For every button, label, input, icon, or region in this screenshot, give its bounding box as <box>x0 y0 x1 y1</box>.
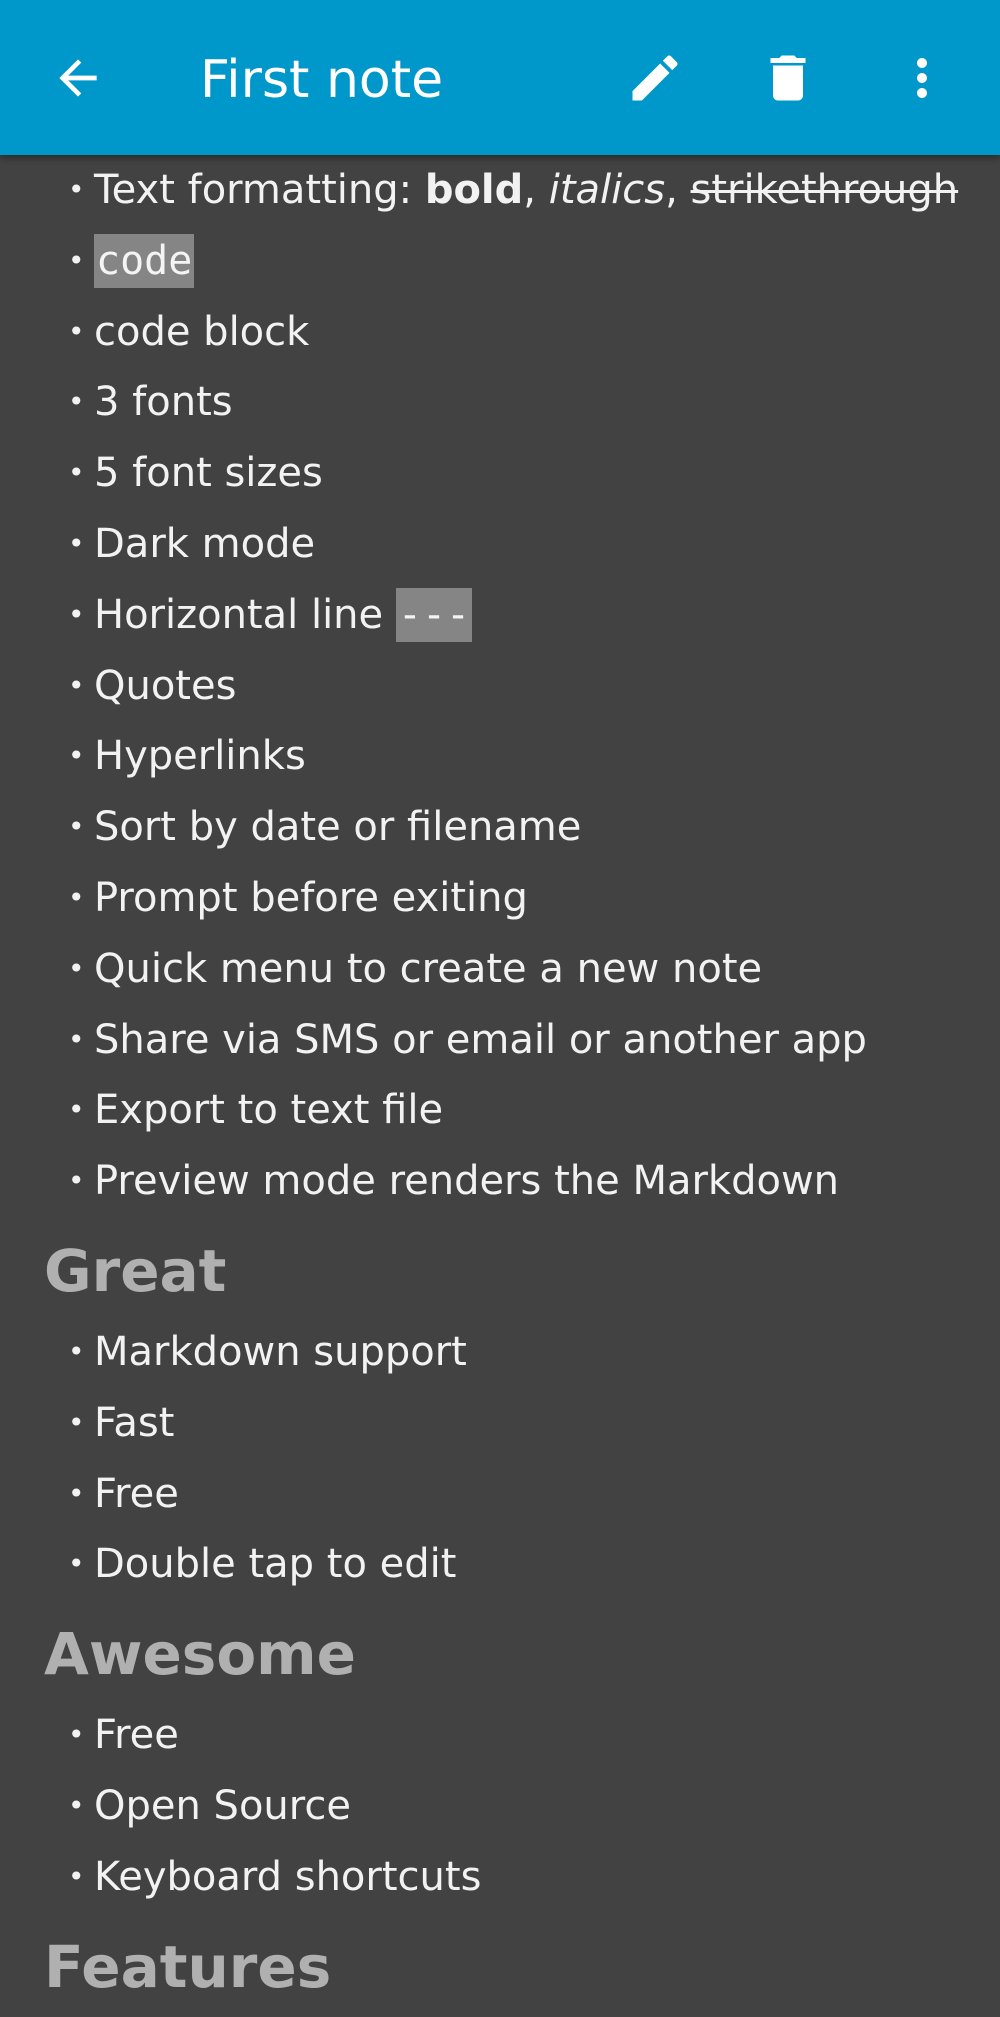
more-vertical-icon <box>917 58 927 98</box>
delete-button[interactable] <box>748 38 828 118</box>
list-item: • Keyboard shortcuts <box>0 1842 1000 1913</box>
bullet-icon: • <box>68 1547 85 1581</box>
arrow-back-icon <box>59 59 97 97</box>
note-title: First note <box>200 50 444 110</box>
bullet-icon: • <box>68 1788 85 1822</box>
note-preview[interactable]: • Text formatting: bold, italics, strike… <box>0 155 1000 2017</box>
trash-icon <box>770 55 806 101</box>
list-item: • Prompt before exiting <box>0 863 1000 934</box>
back-button[interactable] <box>38 38 118 118</box>
inline-code: code <box>94 233 195 288</box>
list-item: • code <box>0 226 1000 297</box>
list-item: • Text formatting: bold, italics, strike… <box>0 155 1000 226</box>
bullet-icon: • <box>68 526 85 560</box>
edit-button[interactable] <box>615 38 695 118</box>
bullet-icon: • <box>68 1022 85 1056</box>
strikethrough-text: strikethrough <box>690 167 959 213</box>
bullet-icon: • <box>68 810 85 844</box>
bullet-icon: • <box>68 1718 85 1752</box>
list-item: • Share via SMS or email or another app <box>0 1005 1000 1076</box>
list-item: • code block <box>0 297 1000 368</box>
list-item: • 5 font sizes <box>0 438 1000 509</box>
list-item: • Double tap to edit <box>0 1529 1000 1600</box>
bullet-icon: • <box>68 880 85 914</box>
list-item: • Quotes <box>0 651 1000 722</box>
bullet-icon: • <box>68 739 85 773</box>
heading-awesome: Awesome <box>44 1620 356 1689</box>
bullet-icon: • <box>68 1093 85 1127</box>
list-item: • Dark mode <box>0 509 1000 580</box>
italic-text: italics <box>548 167 666 213</box>
heading-features: Features <box>44 1932 332 2001</box>
heading-great: Great <box>44 1236 227 1305</box>
list-item: • Hyperlinks <box>0 721 1000 792</box>
list-item: • Fast <box>0 1388 1000 1459</box>
list-item: • Preview mode renders the Markdown <box>0 1146 1000 1217</box>
list-item: • Quick menu to create a new note <box>0 934 1000 1005</box>
bullet-icon: • <box>68 951 85 985</box>
bullet-icon: • <box>68 1859 85 1893</box>
bullet-icon: • <box>68 385 85 419</box>
pencil-icon <box>632 55 678 101</box>
bullet-icon: • <box>68 1334 85 1368</box>
bullet-icon: • <box>68 173 85 206</box>
bullet-icon: • <box>68 668 85 702</box>
bullet-icon: • <box>68 597 85 631</box>
list-item: • Free <box>0 1459 1000 1530</box>
bold-text: bold <box>424 167 524 213</box>
list-item: • 3 fonts <box>0 367 1000 438</box>
more-options-button[interactable] <box>882 38 962 118</box>
bullet-icon: • <box>68 1476 85 1510</box>
inline-code: --- <box>395 587 473 642</box>
list-item: • Free <box>0 1700 1000 1771</box>
list-item: • Open Source <box>0 1771 1000 1842</box>
list-item: • Sort by date or filename <box>0 792 1000 863</box>
list-item: • Markdown support <box>0 1317 1000 1388</box>
list-item: • Export to text file <box>0 1075 1000 1146</box>
bullet-icon: • <box>68 1164 85 1198</box>
bullet-icon: • <box>68 314 85 348</box>
great-list: • Markdown support • Fast • Free • Double ta… <box>0 1317 1000 1600</box>
bullet-icon: • <box>68 1405 85 1439</box>
bullet-icon: • <box>68 456 85 490</box>
feature-list: • Text formatting: bold, italics, strike… <box>0 155 1000 1217</box>
app-bar: First note <box>0 0 1000 155</box>
awesome-list: • Free • Open Source • Keyboard shortcuts <box>0 1700 1000 1912</box>
bullet-icon: • <box>68 243 85 277</box>
list-item: • Horizontal line --- <box>0 580 1000 651</box>
